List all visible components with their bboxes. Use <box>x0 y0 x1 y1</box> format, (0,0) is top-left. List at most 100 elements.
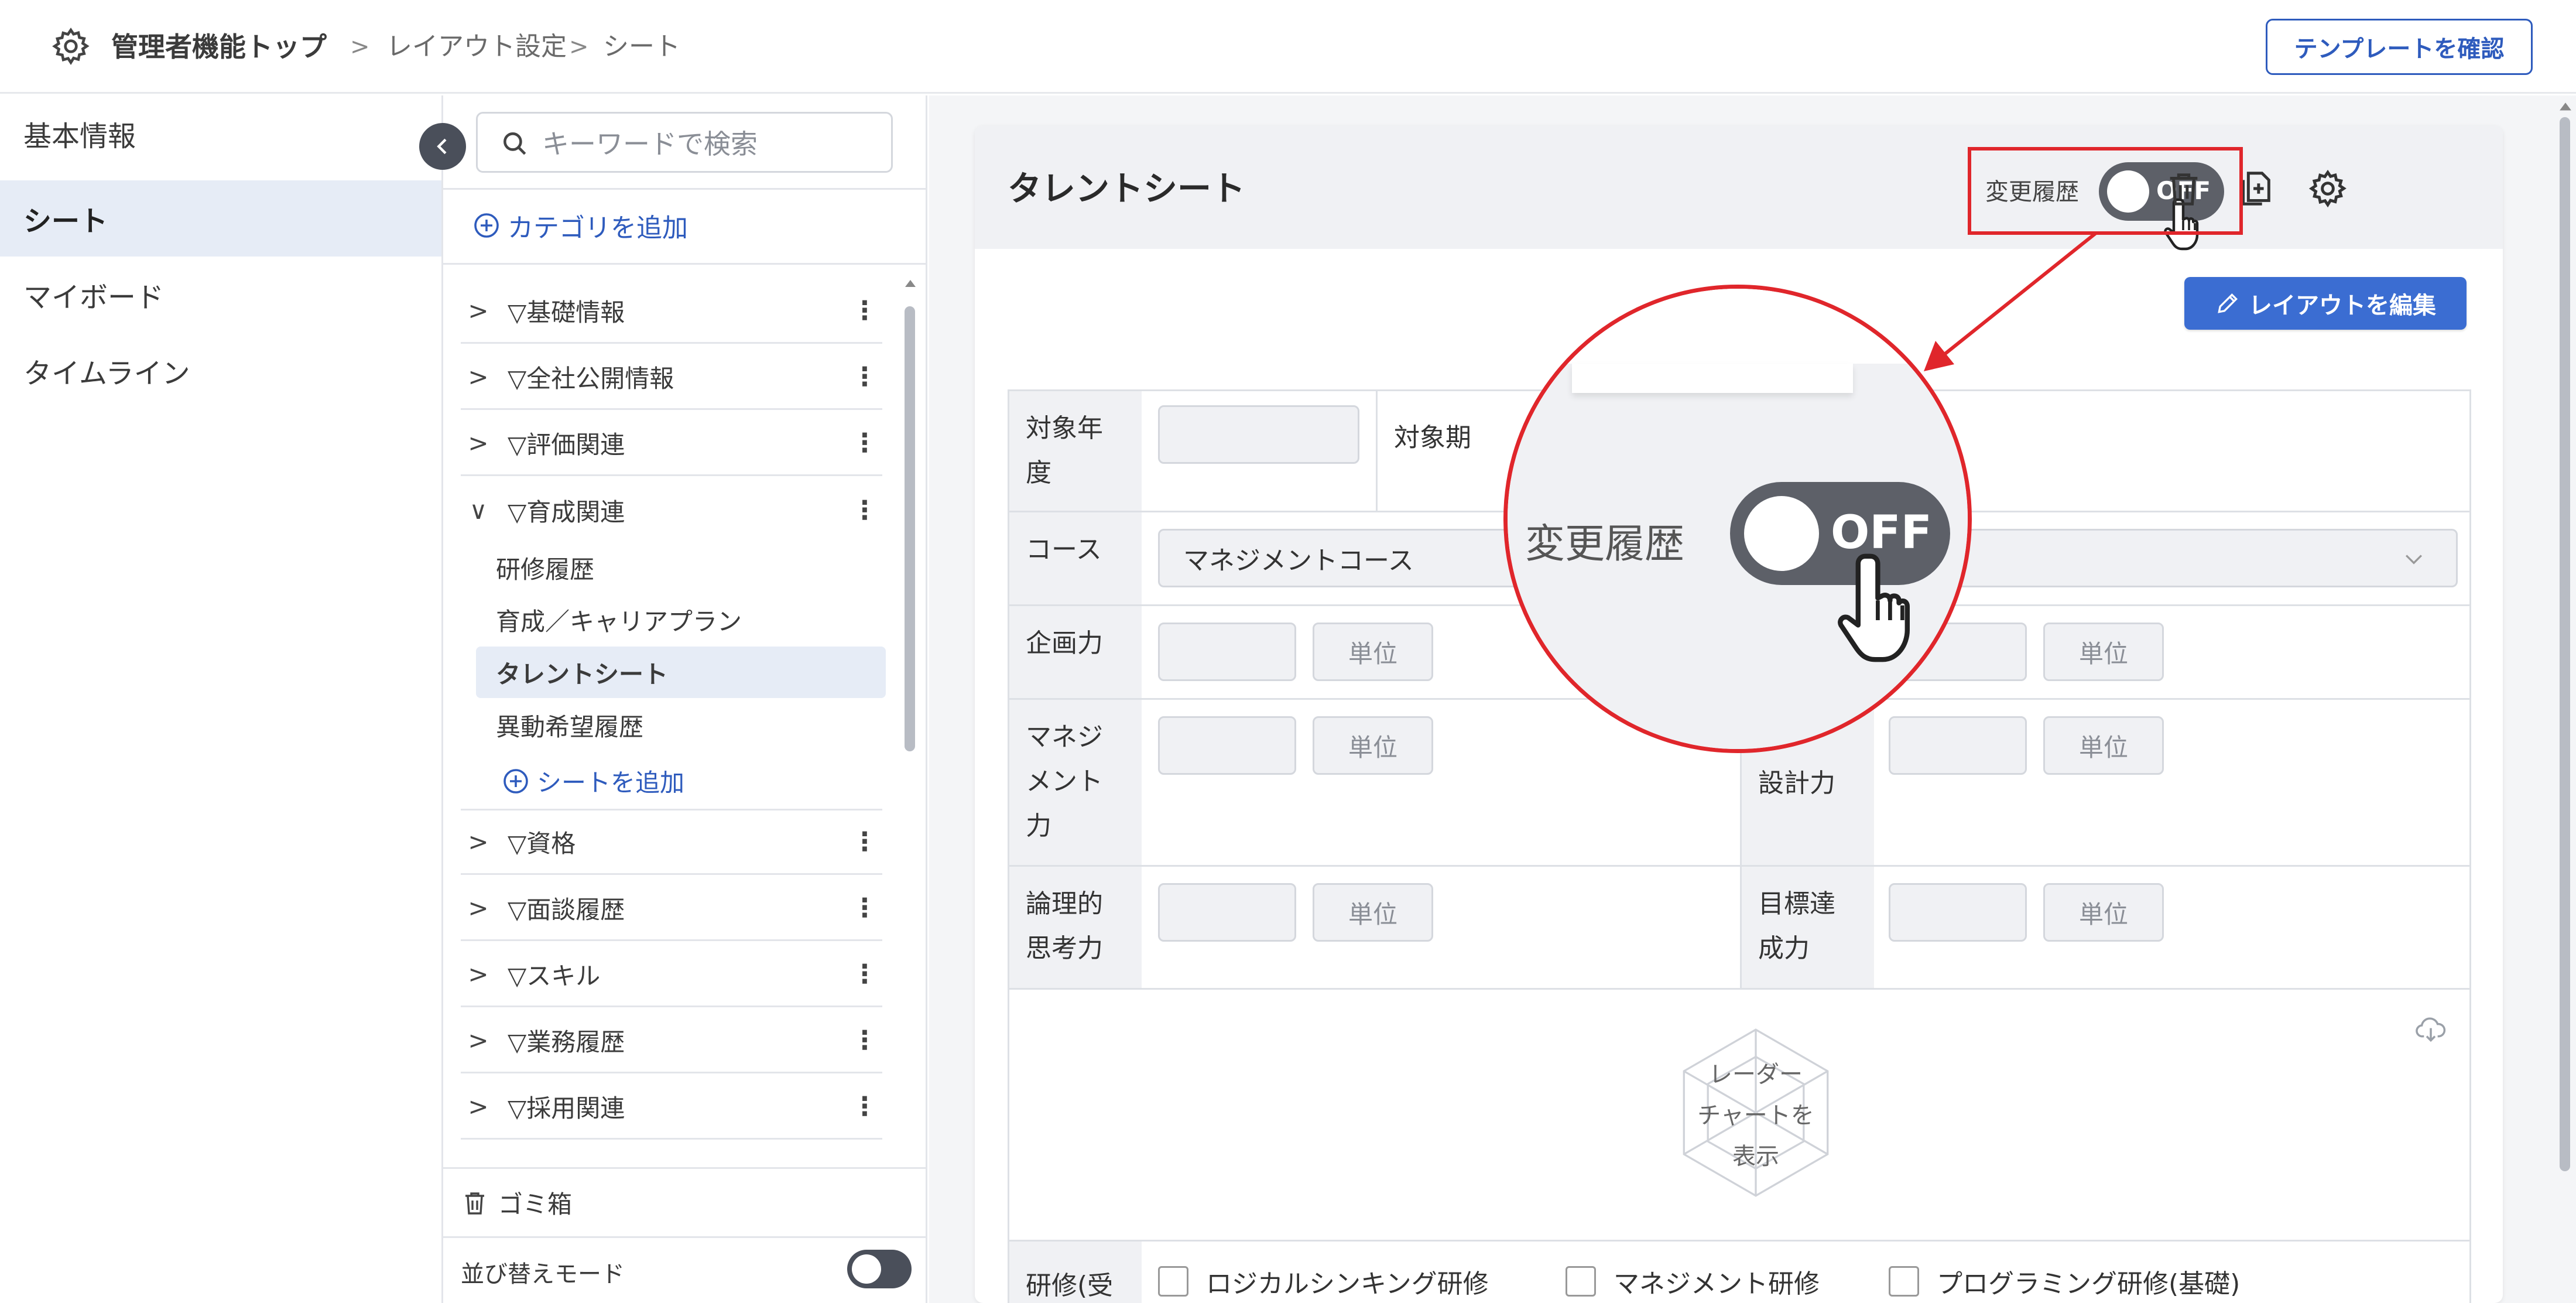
tree-category[interactable]: > ▽採用関連 ⋮ <box>461 1075 882 1140</box>
chevron-down-icon <box>2405 555 2423 565</box>
category-label: ▽資格 <box>508 829 576 858</box>
sheet-title: タレントシート <box>1008 169 1246 208</box>
sort-mode-toggle[interactable] <box>847 1250 912 1288</box>
top-header: 管理者機能トップ > レイアウト設定 > シート テンプレートを確認 <box>0 0 2576 94</box>
edit-layout-button[interactable]: レイアウトを編集 <box>2184 277 2467 330</box>
more-vertical-icon[interactable]: ⋮ <box>847 362 882 392</box>
category-label: ▽基礎情報 <box>508 298 625 327</box>
collapse-sidebar-button[interactable] <box>419 123 466 170</box>
checkbox[interactable] <box>1566 1266 1596 1297</box>
management-input[interactable] <box>1158 716 1296 775</box>
goal-input[interactable] <box>1889 883 2027 942</box>
category-label: ▽業務履歴 <box>508 1028 625 1056</box>
design-unit: 単位 <box>2043 716 2164 775</box>
search-icon <box>503 132 526 155</box>
chevron-right-icon[interactable]: > <box>461 296 496 325</box>
trash-icon <box>465 1192 484 1215</box>
tree-category[interactable]: > ▽業務履歴 ⋮ <box>461 1009 882 1073</box>
form-row: レーダー チャートを 表示 <box>1008 990 2471 1242</box>
gear-icon[interactable] <box>50 26 91 67</box>
tree-sheet-item[interactable]: 研修履歴 <box>476 542 886 593</box>
add-category-button[interactable]: カテゴリを追加 <box>472 207 688 244</box>
tree-category[interactable]: > ▽面談履歴 ⋮ <box>461 877 882 941</box>
gear-icon[interactable] <box>2307 168 2348 209</box>
goal-label: 目標達成力 <box>1742 867 1874 988</box>
tree-sheet-item-active[interactable]: タレントシート <box>476 647 886 698</box>
chevron-right-icon[interactable]: > <box>461 362 496 391</box>
management-label: マネジメント力 <box>1009 700 1142 865</box>
sidebar-item-basic-info[interactable]: 基本情報 <box>0 95 441 172</box>
chevron-down-icon[interactable]: ∨ <box>461 496 496 525</box>
scroll-up-icon[interactable] <box>2557 101 2574 114</box>
tree-category[interactable]: > ▽スキル ⋮ <box>461 943 882 1007</box>
breadcrumb-separator: > <box>569 33 589 60</box>
edit-layout-label: レイアウトを編集 <box>2249 292 2436 319</box>
more-vertical-icon[interactable]: ⋮ <box>847 428 882 458</box>
category-label: ▽評価関連 <box>508 430 625 459</box>
tree-category[interactable]: > ▽基礎情報 ⋮ <box>461 279 882 344</box>
logic-label-text: 論理的思考力 <box>1026 889 1103 963</box>
sheet-tree-panel: キーワードで検索 カテゴリを追加 > ▽基礎情報 ⋮ > ▽全社公開情報 ⋮ >… <box>441 95 927 1303</box>
cloud-download-icon[interactable] <box>2414 1013 2447 1046</box>
more-vertical-icon[interactable]: ⋮ <box>847 893 882 923</box>
management-label-text: マネジメント力 <box>1026 722 1103 841</box>
scroll-up-icon[interactable] <box>903 278 917 290</box>
tree-scroll-thumb[interactable] <box>905 306 915 751</box>
checkbox[interactable] <box>1889 1266 1919 1297</box>
radar-chart-text[interactable]: レーダー チャートを 表示 <box>1671 1054 1841 1177</box>
training-checkbox[interactable]: プログラミング研修(基礎) <box>1889 1263 2240 1300</box>
planning-unit: 単位 <box>1313 623 1433 681</box>
zoom-edge <box>1572 364 1853 393</box>
tree-scrollbar[interactable] <box>902 271 917 1247</box>
more-vertical-icon[interactable]: ⋮ <box>847 495 882 525</box>
tree-category[interactable]: > ▽評価関連 ⋮ <box>461 412 882 476</box>
main-scrollbar[interactable] <box>2556 100 2574 1303</box>
pencil-icon <box>2218 293 2238 313</box>
radar-line: 表示 <box>1732 1143 1779 1170</box>
trash-button[interactable]: ゴミ箱 <box>461 1185 572 1220</box>
view-template-button[interactable]: テンプレートを確認 <box>2266 19 2533 75</box>
planning-input[interactable] <box>1158 623 1296 681</box>
search-input[interactable]: キーワードで検索 <box>476 112 893 173</box>
chevron-right-icon[interactable]: > <box>461 1026 496 1055</box>
more-vertical-icon[interactable]: ⋮ <box>847 1025 882 1055</box>
more-vertical-icon[interactable]: ⋮ <box>847 827 882 857</box>
main-scroll-thumb[interactable] <box>2560 117 2570 1171</box>
sidebar-item-sheet[interactable]: シート <box>0 180 441 257</box>
goal-label-text: 目標達成力 <box>1758 889 1835 963</box>
chevron-right-icon[interactable]: > <box>461 827 496 856</box>
breadcrumb-home[interactable]: 管理者機能トップ <box>111 29 327 64</box>
radar-line: レーダー <box>1709 1061 1803 1088</box>
training-checkbox[interactable]: マネジメント研修 <box>1566 1263 1820 1300</box>
sort-mode-label: 並び替えモード <box>461 1261 625 1288</box>
breadcrumb-layout-settings[interactable]: レイアウト設定 <box>386 29 567 64</box>
add-sheet-button[interactable]: シートを追加 <box>502 763 684 799</box>
divider <box>443 263 926 265</box>
target-year-input[interactable] <box>1158 405 1359 464</box>
tree-sheet-item[interactable]: 育成／キャリアプラン <box>476 594 886 645</box>
tree-category[interactable]: > ▽資格 ⋮ <box>461 810 882 875</box>
sidebar-item-myboard[interactable]: マイボード <box>0 257 441 333</box>
tree-footer: ゴミ箱 並び替えモード <box>443 1167 926 1303</box>
more-vertical-icon[interactable]: ⋮ <box>847 959 882 989</box>
tree-sheet-item[interactable]: 異動希望履歴 <box>476 699 886 751</box>
tree-category[interactable]: > ▽全社公開情報 ⋮ <box>461 346 882 410</box>
planning-label: 企画力 <box>1009 606 1142 698</box>
sidebar-item-timeline[interactable]: タイムライン <box>0 333 441 409</box>
chevron-right-icon[interactable]: > <box>461 894 496 922</box>
zoom-top <box>1508 289 1968 364</box>
chevron-right-icon[interactable]: > <box>461 429 496 457</box>
tree-category-expanded[interactable]: ∨ ▽育成関連 ⋮ <box>461 478 882 542</box>
more-vertical-icon[interactable]: ⋮ <box>847 1092 882 1121</box>
category-label: ▽採用関連 <box>508 1094 625 1123</box>
logic-input[interactable] <box>1158 883 1296 942</box>
training-checkbox[interactable]: ロジカルシンキング研修 <box>1158 1263 1489 1300</box>
chevron-right-icon[interactable]: > <box>461 960 496 989</box>
chevron-right-icon[interactable]: > <box>461 1092 496 1121</box>
add-sheet-label: シートを追加 <box>537 768 685 797</box>
checkbox[interactable] <box>1158 1266 1188 1297</box>
form-row: 論理的思考力 単位 目標達成力 単位 <box>1008 867 2471 990</box>
training-name: ロジカルシンキング研修 <box>1206 1269 1489 1299</box>
logic-label: 論理的思考力 <box>1009 867 1142 988</box>
more-vertical-icon[interactable]: ⋮ <box>847 296 882 326</box>
